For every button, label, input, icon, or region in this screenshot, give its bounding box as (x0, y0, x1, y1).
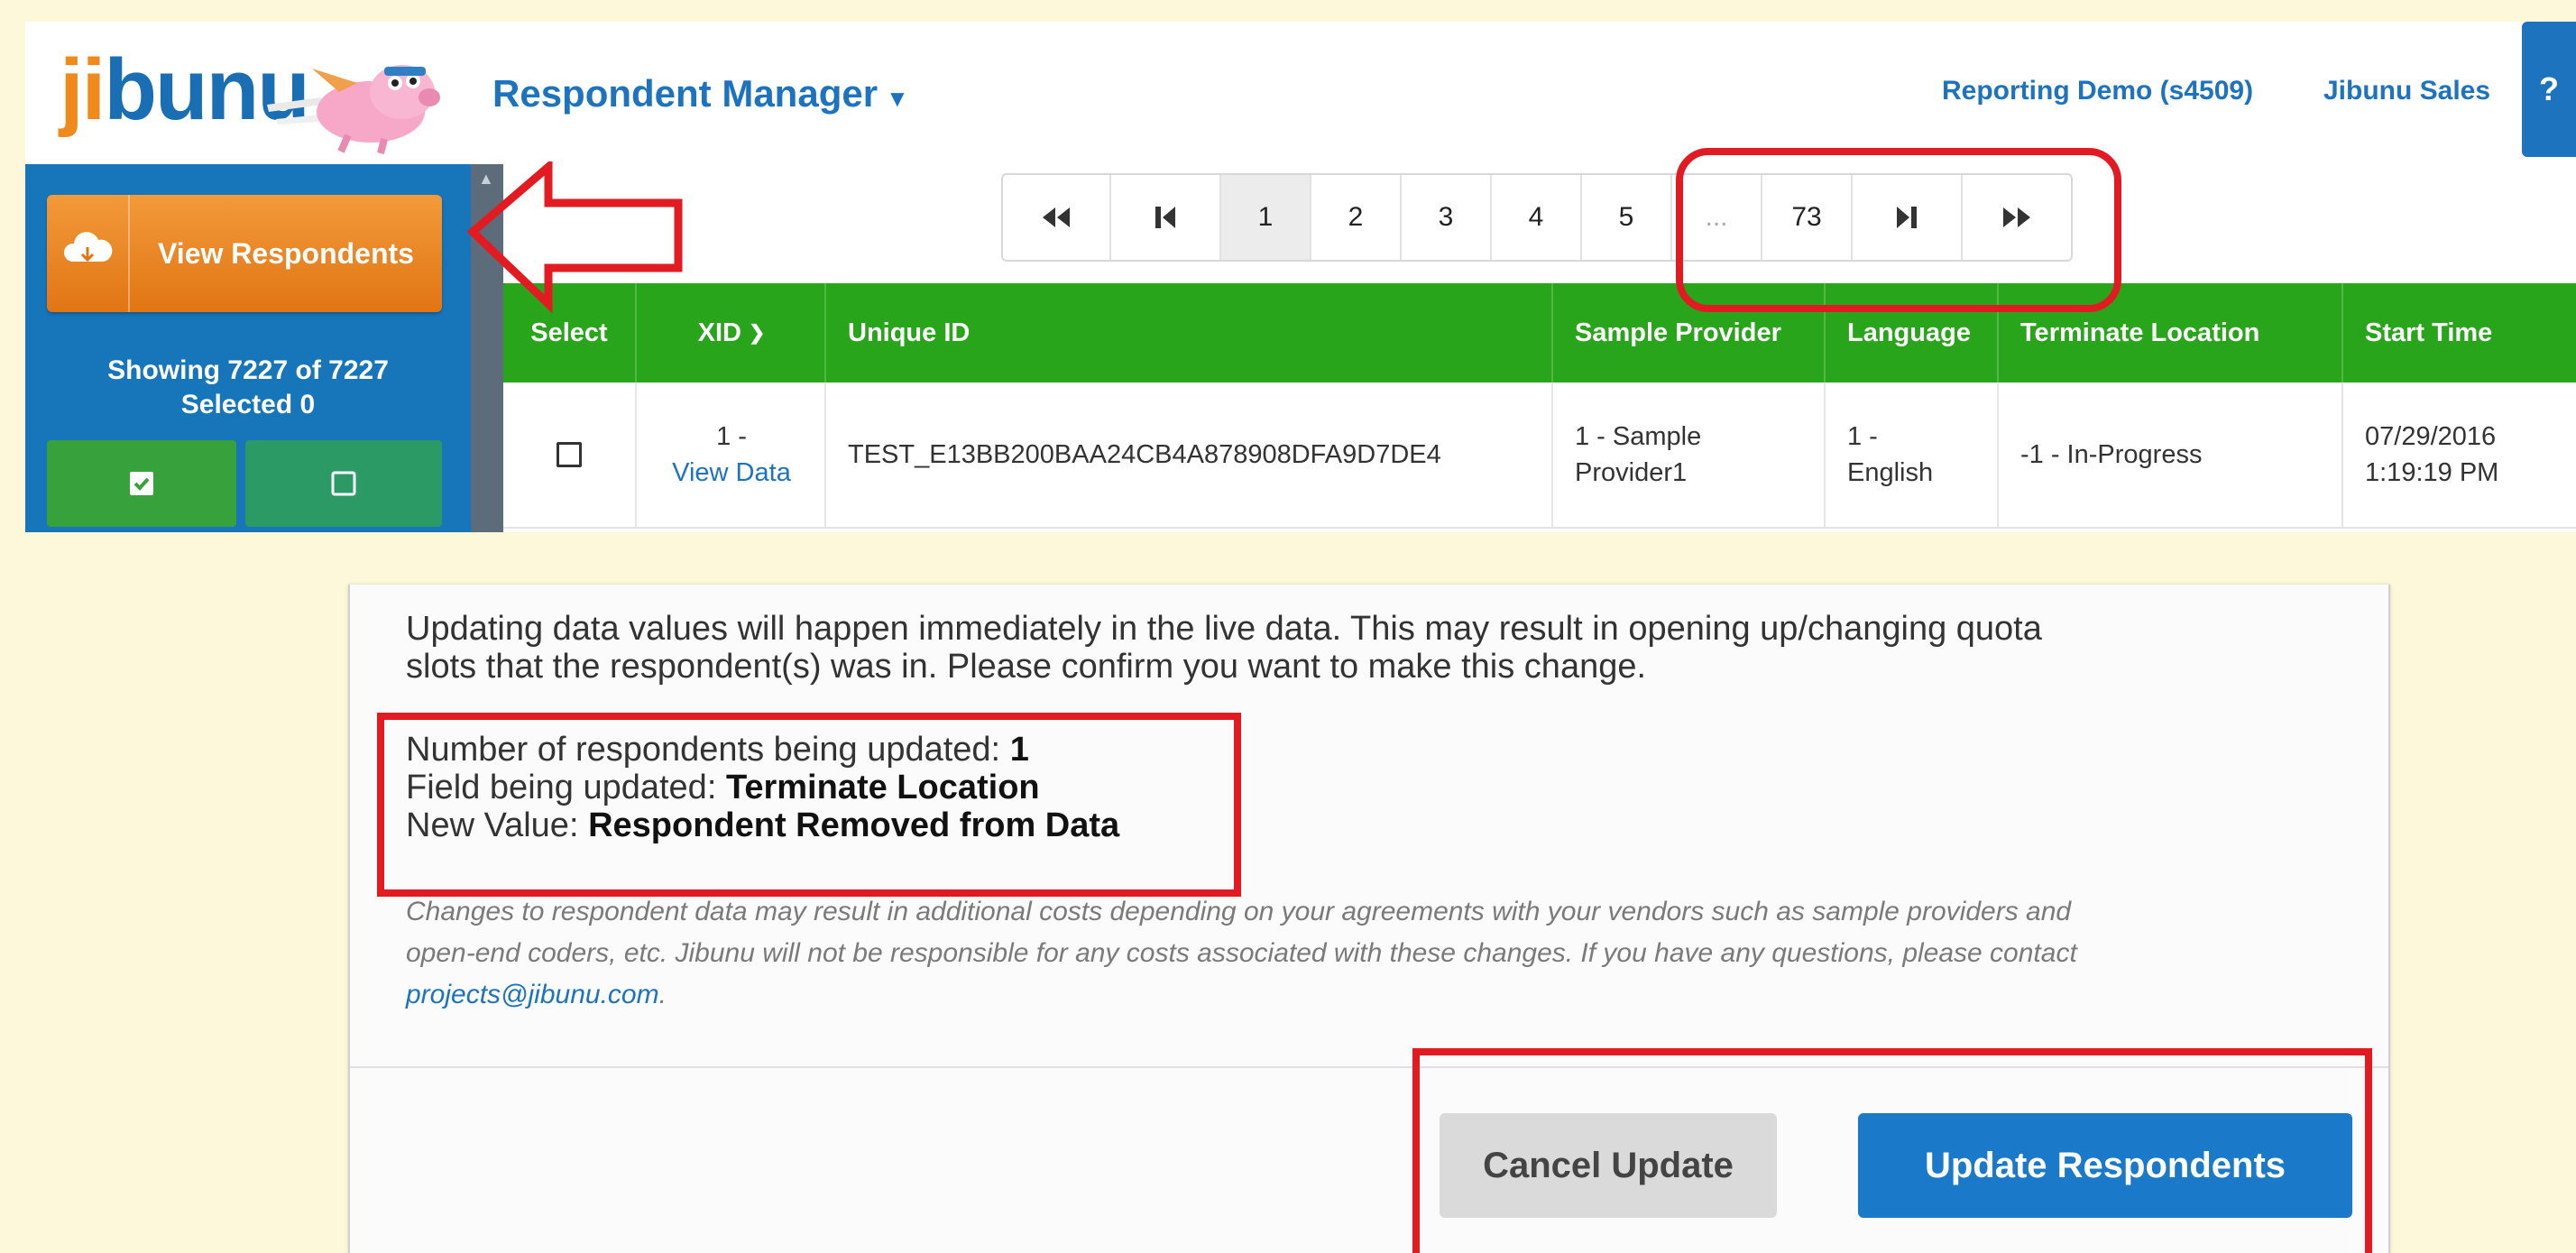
sample-provider-line2: Provider1 (1575, 458, 1688, 487)
app-title-dropdown[interactable]: Respondent Manager (492, 72, 878, 115)
view-respondents-label: View Respondents (158, 237, 414, 270)
first-page-icon[interactable] (1003, 175, 1111, 260)
col-xid-label: XID (697, 318, 741, 347)
app-header: jibunu Respondent Manager ▼ Reporting De… (25, 22, 2576, 164)
sample-provider-line1: 1 - Sample (1575, 422, 1702, 451)
page-3[interactable]: 3 (1402, 175, 1492, 260)
row-checkbox[interactable] (557, 442, 582, 467)
start-time: 1:19:19 PM (2365, 458, 2499, 487)
table-row: 1 - View Data TEST_E13BB200BAA24CB4A8789… (503, 382, 2576, 532)
disclaimer-line1: Changes to respondent data may result in… (406, 897, 2072, 926)
respondent-manager-screenshot: jibunu Respondent Manager ▼ Reporting De… (25, 22, 2576, 532)
warning-text: Updating data values will happen immedia… (406, 610, 2354, 686)
col-unique-id[interactable]: Unique ID (824, 283, 1551, 382)
grid-header: Select XID ❯ Unique ID Sample Provider La… (503, 283, 2576, 382)
disclaimer-text: Changes to respondent data may result in… (406, 891, 2354, 1016)
account-link[interactable]: Reporting Demo (s4509) (1942, 76, 2253, 106)
warning-line2: slots that the respondent(s) was in. Ple… (406, 648, 1647, 686)
row-select-cell (503, 382, 635, 527)
col-start-time[interactable]: Start Time (2341, 283, 2576, 382)
disclaimer-line3: projects@jibunu.com. (406, 974, 2354, 1016)
warning-line1: Updating data values will happen immedia… (406, 610, 2042, 648)
sort-desc-icon: ❯ (748, 321, 766, 344)
dialog-body: Updating data values will happen immedia… (350, 585, 2388, 1066)
row-terminate-location: -1 - In-Progress (1997, 382, 2341, 527)
language-line1: 1 - (1847, 422, 1878, 451)
logo-ji: ji (60, 41, 106, 138)
buttons-highlight-annotation (1412, 1048, 2372, 1253)
view-data-link[interactable]: View Data (672, 455, 791, 491)
summary-highlight-annotation (377, 713, 1241, 897)
cloud-download-icon (47, 195, 130, 312)
pager-highlight-annotation (1676, 148, 2121, 312)
start-date: 07/29/2016 (2365, 422, 2497, 451)
row-xid-cell: 1 - View Data (635, 382, 826, 527)
page-4[interactable]: 4 (1492, 175, 1582, 260)
contact-email-link[interactable]: projects@jibunu.com (406, 980, 659, 1009)
confirm-update-dialog: Updating data values will happen immedia… (348, 585, 2390, 1253)
flying-pig-icon (267, 65, 440, 154)
help-button[interactable]: ? (2522, 22, 2576, 157)
previous-page-icon[interactable] (1111, 175, 1221, 260)
page-5[interactable]: 5 (1582, 175, 1672, 260)
row-language: 1 - English (1824, 382, 1997, 527)
view-respondents-button[interactable]: View Respondents (47, 195, 442, 312)
checked-box-icon (130, 472, 153, 495)
row-sample-provider: 1 - Sample Provider1 (1551, 382, 1824, 527)
sales-link[interactable]: Jibunu Sales (2323, 76, 2490, 106)
disclaimer-line2: open-end coders, etc. Jibunu will not be… (406, 938, 2077, 968)
page-2[interactable]: 2 (1311, 175, 1402, 260)
language-line2: English (1847, 458, 1934, 487)
page-1[interactable]: 1 (1221, 175, 1311, 260)
disclaimer-end: . (658, 980, 667, 1009)
sidebar: ▲ View Respondents Showing 7227 of 7227 … (25, 164, 503, 532)
row-start-time: 07/29/2016 1:19:19 PM (2341, 382, 2576, 527)
row-divider (503, 527, 2576, 529)
showing-count: Showing 7227 of 7227 (107, 355, 389, 385)
left-arrow-annotation (467, 161, 683, 314)
selected-count: Selected 0 (180, 390, 316, 419)
select-all-button[interactable] (47, 440, 236, 527)
empty-box-icon (331, 471, 356, 496)
row-unique-id: TEST_E13BB200BAA24CB4A878908DFA9D7DE4 (824, 382, 1551, 527)
chevron-down-icon[interactable]: ▼ (886, 85, 909, 113)
select-none-button[interactable] (245, 440, 442, 527)
row-xid: 1 - (716, 422, 747, 451)
